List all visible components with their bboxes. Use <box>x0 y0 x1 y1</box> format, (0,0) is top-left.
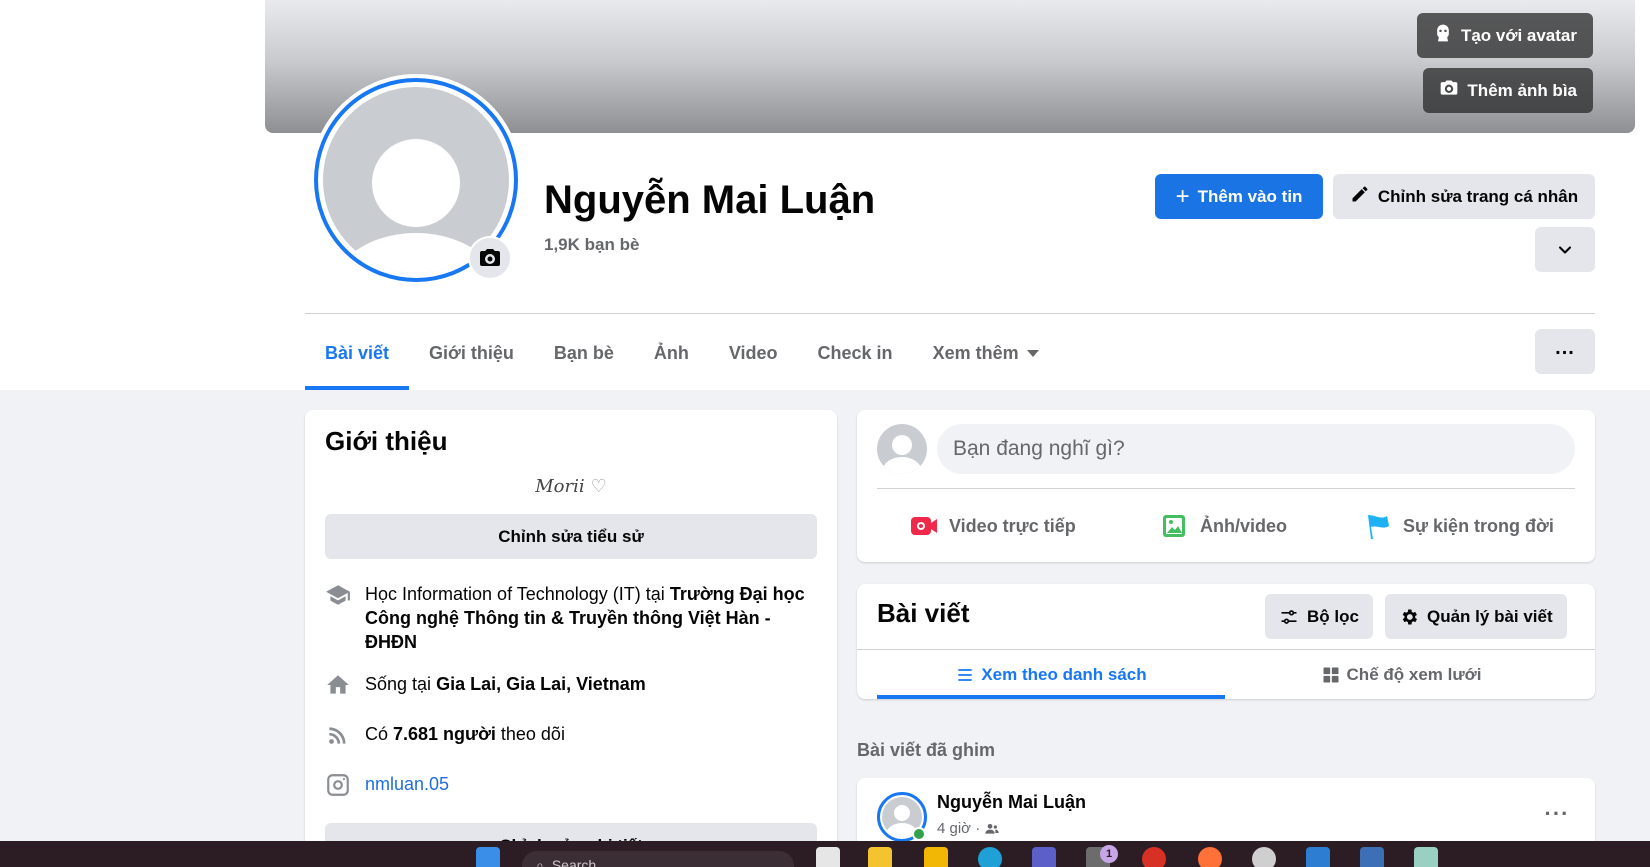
add-to-story-label: Thêm vào tin <box>1197 186 1303 206</box>
list-view-label: Xem theo danh sách <box>981 664 1147 684</box>
task-view-icon[interactable] <box>816 847 840 867</box>
ellipsis-icon: ··· <box>1544 801 1570 826</box>
create-with-avatar-button[interactable]: Tạo với avatar <box>1416 13 1593 58</box>
tab-video[interactable]: Video <box>709 316 798 390</box>
posts-section: Bài viết Bộ lọc Quản lý bài viết Xem the… <box>857 584 1595 699</box>
composer-input[interactable]: Bạn đang nghĩ gì? <box>937 424 1575 474</box>
live-video-icon <box>911 517 937 535</box>
vscode-icon[interactable] <box>1306 847 1330 867</box>
manage-posts-label: Quản lý bài viết <box>1427 606 1553 626</box>
edit-profile-button[interactable]: Chỉnh sửa trang cá nhân <box>1333 174 1595 219</box>
post-author-name[interactable]: Nguyễn Mai Luận <box>937 792 1086 813</box>
instagram-link[interactable]: nmluan.05 <box>365 772 449 798</box>
add-to-story-button[interactable]: + Thêm vào tin <box>1155 174 1323 219</box>
live-video-button[interactable]: Video trực tiếp <box>909 502 1076 550</box>
home-icon <box>325 672 351 698</box>
taskbar-search-input[interactable]: ⌕ Search <box>522 851 794 867</box>
gear-icon <box>1402 609 1417 624</box>
tab-check-in[interactable]: Check in <box>798 316 913 390</box>
add-cover-photo-label: Thêm ảnh bìa <box>1467 80 1577 100</box>
edit-profile-label: Chỉnh sửa trang cá nhân <box>1377 186 1579 206</box>
manage-posts-button[interactable]: Quản lý bài viết <box>1385 594 1567 639</box>
post-composer: Bạn đang nghĩ gì? Video trực tiếp Ảnh/vi… <box>857 410 1595 562</box>
pencil-icon <box>1350 184 1370 209</box>
edge-browser-icon[interactable] <box>978 847 1002 867</box>
profile-name: Nguyễn Mai Luận <box>544 178 876 222</box>
intro-instagram: nmluan.05 <box>325 772 817 798</box>
grid-view-tab[interactable]: Chế độ xem lưới <box>1227 650 1575 699</box>
profile-tabs: Bài viết Giới thiệu Bạn bè Ảnh Video Che… <box>305 316 1059 390</box>
teams-icon[interactable] <box>1032 847 1056 867</box>
rss-icon <box>325 722 351 748</box>
heart-icon: ♡ <box>590 476 607 497</box>
followers-link[interactable]: 7.681 người <box>393 724 496 744</box>
file-explorer-icon[interactable] <box>924 847 948 867</box>
intro-education: Học Information of Technology (IT) tại T… <box>325 582 817 654</box>
camera-icon <box>1439 78 1459 103</box>
tab-friends[interactable]: Bạn bè <box>534 316 634 390</box>
header-divider <box>305 313 1595 314</box>
settings-icon[interactable] <box>1252 847 1276 867</box>
search-icon: ⌕ <box>536 857 544 867</box>
tab-photos[interactable]: Ảnh <box>634 316 709 390</box>
plus-icon: + <box>1175 182 1190 210</box>
friends-count-link[interactable]: 1,9K bạn bè <box>544 235 639 255</box>
windows-start-icon[interactable] <box>476 847 500 867</box>
edit-bio-button[interactable]: Chỉnh sửa tiểu sử <box>325 514 817 559</box>
chrome-icon[interactable] <box>1142 847 1166 867</box>
camera-icon <box>480 249 500 266</box>
location-link[interactable]: Gia Lai, Gia Lai, Vietnam <box>436 674 646 694</box>
firefox-icon[interactable] <box>1198 847 1222 867</box>
graduation-cap-icon <box>325 582 351 608</box>
life-event-button[interactable]: Sự kiện trong đời <box>1363 502 1554 550</box>
tab-posts[interactable]: Bài viết <box>305 316 410 390</box>
grid-icon <box>1323 667 1339 682</box>
os-taskbar: ⌕ Search 1 <box>0 841 1650 867</box>
life-event-label: Sự kiện trong đời <box>1403 515 1554 536</box>
filter-icon <box>1281 609 1297 624</box>
ellipsis-icon: ... <box>1555 336 1575 359</box>
avatar-icon <box>1433 23 1453 48</box>
filter-label: Bộ lọc <box>1307 606 1359 626</box>
notification-badge: 1 <box>1100 845 1118 863</box>
remote-desktop-icon[interactable] <box>1360 847 1384 867</box>
warning-app-icon[interactable] <box>868 847 892 867</box>
filter-button[interactable]: Bộ lọc <box>1265 594 1373 639</box>
create-with-avatar-label: Tạo với avatar <box>1460 25 1577 45</box>
friends-audience-icon <box>985 823 999 834</box>
flag-icon <box>1368 515 1389 539</box>
live-video-label: Video trực tiếp <box>949 515 1076 536</box>
intro-location: Sống tại Gia Lai, Gia Lai, Vietnam <box>325 672 817 698</box>
grid-view-label: Chế độ xem lưới <box>1346 664 1482 684</box>
more-options-button[interactable]: ... <box>1535 329 1595 374</box>
intro-card: Giới thiệu Morii ♡ Chỉnh sửa tiểu sử Học … <box>305 410 837 867</box>
instagram-icon <box>325 772 351 798</box>
composer-avatar[interactable] <box>877 424 927 474</box>
post-author-avatar[interactable] <box>877 792 927 842</box>
bio-text: Morii ♡ <box>535 476 607 497</box>
caret-down-icon <box>1026 349 1039 357</box>
taskbar-search-placeholder: Search <box>551 857 597 867</box>
photo-video-button[interactable]: Ảnh/video <box>1160 502 1287 550</box>
post-meta: 4 giờ · <box>937 820 1000 837</box>
list-icon <box>958 668 972 681</box>
composer-divider <box>877 488 1575 489</box>
intro-title: Giới thiệu <box>325 426 448 456</box>
pinned-posts-label: Bài viết đã ghim <box>857 740 996 760</box>
online-status-dot <box>912 827 926 841</box>
tab-see-more[interactable]: Xem thêm <box>913 316 1059 390</box>
app-icon[interactable] <box>1414 847 1438 867</box>
profile-dropdown-button[interactable] <box>1535 227 1595 272</box>
tab-about[interactable]: Giới thiệu <box>409 316 534 390</box>
intro-followers: Có 7.681 người theo dõi <box>325 722 817 748</box>
update-avatar-camera-button[interactable] <box>468 236 512 280</box>
chevron-down-icon <box>1558 245 1572 254</box>
add-cover-photo-button[interactable]: Thêm ảnh bìa <box>1423 68 1593 113</box>
list-view-tab[interactable]: Xem theo danh sách <box>877 650 1225 699</box>
photo-video-label: Ảnh/video <box>1200 515 1288 536</box>
post-options-button[interactable]: ··· <box>1539 796 1575 832</box>
photo-icon <box>1163 515 1185 537</box>
post-timestamp[interactable]: 4 giờ · <box>937 820 980 837</box>
posts-title: Bài viết <box>877 598 970 628</box>
